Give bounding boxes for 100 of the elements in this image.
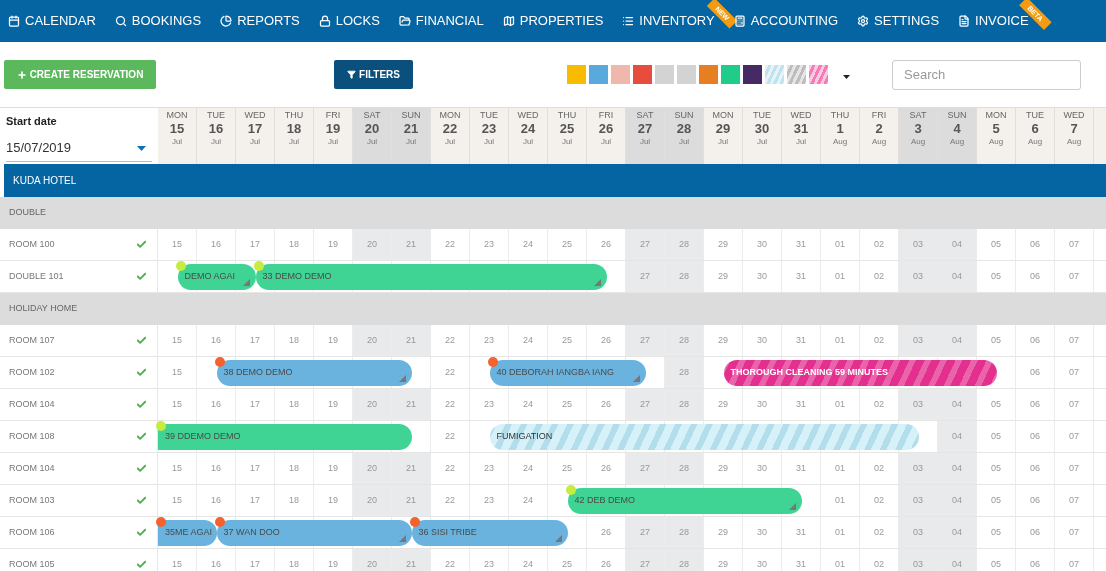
day-cell[interactable]: 20 [353,453,392,484]
color-swatch[interactable] [655,65,674,84]
resize-handle-icon[interactable] [554,535,562,542]
day-cell[interactable]: 21 [392,325,431,356]
resize-handle-icon[interactable] [242,279,250,286]
room-name: ROOM 100 [9,237,55,251]
day-cell[interactable]: 28 [665,357,704,388]
color-swatch[interactable] [787,65,806,84]
resize-handle-icon[interactable] [788,503,796,510]
color-swatch[interactable] [809,65,828,84]
calendar-icon [8,15,20,27]
day-cell[interactable]: 28 [665,261,704,292]
weekday-label: THU [284,110,304,121]
day-cell[interactable]: 28 [665,517,704,548]
day-cell[interactable]: 03 [899,453,938,484]
day-cell[interactable]: 03 [899,517,938,548]
day-cell[interactable]: 27 [626,549,665,571]
day-cell[interactable]: 27 [626,517,665,548]
day-cell[interactable]: 04 [938,421,977,452]
resize-handle-icon[interactable] [398,375,406,382]
day-cell[interactable]: 20 [353,325,392,356]
day-cell[interactable]: 27 [626,229,665,260]
start-date-field[interactable]: 15/07/2019 [6,135,152,162]
resize-handle-icon[interactable] [398,535,406,542]
day-cell[interactable]: 27 [626,261,665,292]
color-swatch[interactable] [567,65,586,84]
color-swatch[interactable] [677,65,696,84]
booking-bar[interactable]: 35ME AGAI [158,520,217,546]
booking-bar[interactable]: 40 DEBORAH IANGBA IANG [489,360,646,386]
day-number: 24 [520,121,536,136]
nav-link[interactable]: CALENDAR [8,11,96,31]
day-cell[interactable]: 21 [392,485,431,516]
booking-bar[interactable]: THOROUGH CLEANING 59 MINUTES [723,360,997,386]
booking-bar[interactable]: 39 DDEMO DEMO [158,424,412,450]
day-cell[interactable]: 03 [899,549,938,571]
dropdown-caret-icon[interactable] [843,74,850,79]
day-cell[interactable]: 20 [353,229,392,260]
month-label: Jul [288,136,300,148]
color-swatch[interactable] [633,65,652,84]
start-date-label: Start date [6,114,58,129]
color-swatch[interactable] [721,65,740,84]
search-field[interactable]: Search [892,59,1081,90]
day-cell[interactable]: 21 [392,229,431,260]
day-number: 25 [559,121,575,136]
nav-link[interactable]: BOOKINGS [114,11,202,31]
nav-link[interactable]: SETTINGS [857,11,940,31]
check-icon [136,239,147,250]
day-cell[interactable]: 28 [665,549,704,571]
color-swatch[interactable] [611,65,630,84]
color-swatch[interactable] [589,65,608,84]
day-cell[interactable]: 04 [938,549,977,571]
booking-bar[interactable]: 38 DEMO DEMO [216,360,412,386]
color-swatch[interactable] [743,65,762,84]
day-cell[interactable]: 04 [938,485,977,516]
booking-bar[interactable]: 37 WAN DOO [216,520,412,546]
booking-bar[interactable]: FUMIGATION [489,424,919,450]
day-cell[interactable]: 21 [392,549,431,571]
day-cell[interactable]: 04 [938,517,977,548]
day-cell[interactable]: 20 [353,485,392,516]
create-reservation-button[interactable]: CREATE RESERVATION [4,60,156,89]
day-cell[interactable]: 28 [665,453,704,484]
nav-link[interactable]: REPORTS [220,11,300,31]
resize-handle-icon[interactable] [593,279,601,286]
day-cell[interactable]: 03 [899,229,938,260]
nav-link[interactable]: LOCKS [318,11,380,31]
resize-handle-icon[interactable] [632,375,640,382]
day-cell[interactable]: 03 [899,389,938,420]
day-cell[interactable]: 04 [938,261,977,292]
room-name: ROOM 105 [9,557,55,571]
booking-bar[interactable]: 36 SISI TRIBE [411,520,568,546]
day-cell[interactable]: 03 [899,485,938,516]
day-cell[interactable]: 28 [665,229,704,260]
month-label: Jul [405,136,417,148]
day-cell[interactable]: 27 [626,389,665,420]
nav-link[interactable]: PROPERTIES [502,11,604,31]
booking-bar[interactable]: DEMO AGAI [177,264,256,290]
day-cell[interactable]: 20 [353,389,392,420]
color-swatch[interactable] [699,65,718,84]
room-type-header: DOUBLE [0,197,1106,229]
day-cell[interactable]: 03 [899,325,938,356]
day-cell[interactable]: 20 [353,549,392,571]
booking-bar[interactable]: 33 DEMO DEMO [255,264,607,290]
month-label: Aug [988,136,1004,148]
day-cell[interactable]: 27 [626,453,665,484]
day-number: 18 [286,121,302,136]
day-cell[interactable]: 28 [665,325,704,356]
day-cell[interactable]: 21 [392,389,431,420]
day-cell[interactable]: 03 [899,261,938,292]
day-cell[interactable]: 21 [392,453,431,484]
day-cell[interactable]: 04 [938,389,977,420]
color-swatch[interactable] [765,65,784,84]
day-cell[interactable]: 27 [626,325,665,356]
filters-button[interactable]: FILTERS [334,60,413,89]
booking-bar[interactable]: 42 DEB DEMO [567,488,802,514]
day-cell[interactable]: 04 [938,453,977,484]
day-cell[interactable]: 28 [665,389,704,420]
day-cell[interactable]: 04 [938,229,977,260]
day-cell[interactable]: 04 [938,325,977,356]
nav-link[interactable]: FINANCIAL [398,11,484,31]
booking-label: 36 SISI TRIBE [418,526,477,540]
